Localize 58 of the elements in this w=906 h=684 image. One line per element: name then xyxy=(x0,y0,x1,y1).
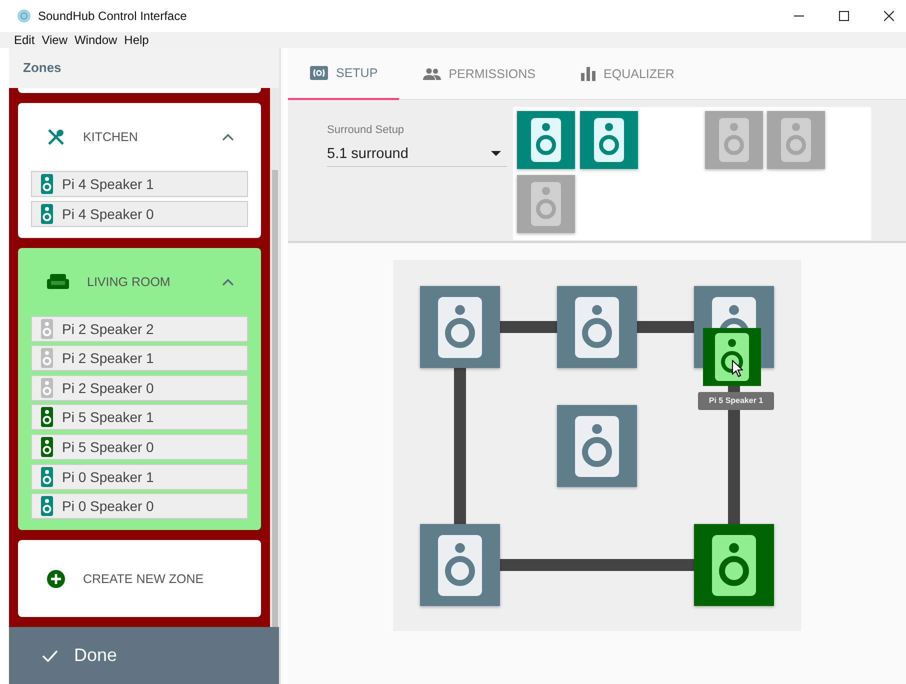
menu-item[interactable]: View xyxy=(42,33,68,47)
speaker-tile[interactable] xyxy=(580,111,638,169)
speaker-list-item[interactable]: Pi 4 Speaker 1 xyxy=(31,171,248,197)
speaker-node[interactable] xyxy=(694,524,774,606)
zone-name: KITCHEN xyxy=(83,130,138,144)
speaker-tile[interactable] xyxy=(517,175,575,233)
maximize-icon[interactable] xyxy=(839,11,849,21)
speaker-list-item[interactable]: Pi 2 Speaker 0 xyxy=(31,374,248,401)
zone-name: LIVING ROOM xyxy=(87,274,170,289)
speaker-node[interactable] xyxy=(420,286,500,368)
speaker-name: Pi 2 Speaker 1 xyxy=(62,350,154,366)
create-zone-card[interactable]: CREATE NEW ZONE xyxy=(18,540,261,618)
speaker-list-item[interactable]: Pi 5 Speaker 1 xyxy=(31,404,248,430)
speaker-tile[interactable] xyxy=(517,111,575,169)
sofa-icon xyxy=(47,274,69,290)
speaker-name: Pi 5 Speaker 0 xyxy=(62,438,154,455)
create-zone-label: CREATE NEW ZONE xyxy=(83,572,204,586)
cursor-icon xyxy=(732,360,743,377)
people-icon xyxy=(422,68,441,80)
menu-item[interactable]: Edit xyxy=(14,33,35,47)
collapse-caret-icon[interactable] xyxy=(222,278,234,286)
menu-item[interactable]: Window xyxy=(74,33,118,47)
bar-chart-icon xyxy=(580,67,596,81)
speaker-name: Pi 4 Speaker 1 xyxy=(62,176,154,192)
dropdown-label: Surround Setup xyxy=(327,124,406,136)
speaker-name: Pi 5 Speaker 1 xyxy=(62,409,154,426)
app-logo-icon xyxy=(17,9,31,23)
surround-dropdown[interactable]: 5.1 surround xyxy=(327,141,507,167)
dragged-speaker-node[interactable] xyxy=(703,328,761,386)
surround-icon xyxy=(310,66,328,80)
speaker-tile[interactable] xyxy=(767,111,825,169)
collapse-caret-icon[interactable] xyxy=(222,133,234,141)
speaker-list-item[interactable]: Pi 2 Speaker 1 xyxy=(31,345,248,372)
speaker-name: Pi 2 Speaker 2 xyxy=(62,320,154,337)
window-title: SoundHub Control Interface xyxy=(38,9,187,23)
speaker-name: Pi 2 Speaker 0 xyxy=(62,380,154,396)
done-button[interactable]: Done xyxy=(9,627,279,684)
speaker-list-item[interactable]: Pi 2 Speaker 2 xyxy=(31,316,248,342)
speaker-list-item[interactable]: Pi 5 Speaker 0 xyxy=(31,434,248,460)
dropdown-arrow-icon xyxy=(491,151,501,156)
speaker-name: Pi 0 Speaker 1 xyxy=(62,468,154,485)
utensils-icon xyxy=(47,128,65,146)
close-icon[interactable] xyxy=(884,11,894,21)
check-icon xyxy=(42,650,58,662)
speaker-node[interactable] xyxy=(420,524,500,606)
speaker-name: Pi 4 Speaker 0 xyxy=(62,206,154,222)
speaker-list-item[interactable]: Pi 0 Speaker 1 xyxy=(31,464,248,490)
speaker-name: Pi 0 Speaker 0 xyxy=(62,498,154,514)
speaker-list-item[interactable]: Pi 0 Speaker 0 xyxy=(31,493,248,520)
scrollbar[interactable] xyxy=(270,88,279,627)
speaker-node[interactable] xyxy=(557,286,637,368)
speaker-list-item[interactable]: Pi 4 Speaker 0 xyxy=(31,200,248,227)
add-icon xyxy=(47,570,65,588)
speaker-node[interactable] xyxy=(557,405,637,487)
zones-header: Zones xyxy=(9,48,279,88)
speaker-tile[interactable] xyxy=(704,111,762,169)
tooltip: Pi 5 Speaker 1 xyxy=(698,392,774,410)
menu-item[interactable]: Help xyxy=(124,33,149,47)
